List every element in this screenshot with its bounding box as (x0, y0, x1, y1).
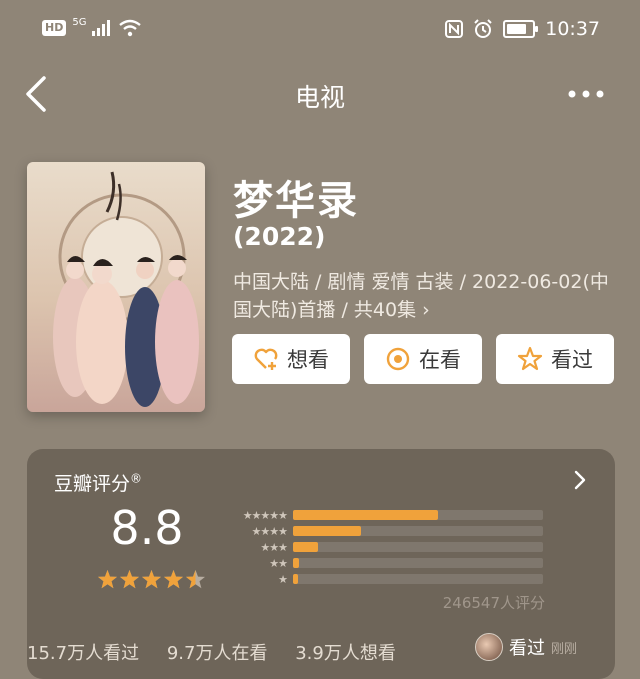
battery-level (507, 24, 527, 34)
signal-icon (92, 20, 111, 36)
distribution-row: ★★★★★ (223, 507, 543, 523)
rating-star-icon (164, 570, 183, 589)
network-type: 5G (72, 16, 87, 28)
distribution-row: ★★★★ (223, 523, 543, 539)
status-left: HD 5G (42, 16, 142, 37)
show-meta[interactable]: 中国大陆 / 剧情 爱情 古装 / 2022-06-02(中国大陆)首播 / 共… (233, 268, 613, 324)
show-year: (2022) (233, 222, 326, 251)
status-bar: HD 5G 10:37 (0, 0, 640, 62)
radio-dot-icon (386, 347, 410, 371)
rating-score: 8.8 (110, 501, 184, 555)
friend-activity[interactable]: 看过 刚刚 (475, 633, 577, 661)
action-buttons: 想看 在看 看过 (232, 334, 614, 384)
distribution-stars-label: ★★ (269, 556, 288, 570)
alarm-icon (474, 19, 492, 38)
distribution-row: ★ (223, 571, 543, 587)
star-outline-icon (517, 346, 543, 371)
distribution-bar-track (293, 542, 543, 552)
watching-count[interactable]: 9.7万人在看 (167, 643, 268, 664)
nav-bar: 电视 (0, 62, 640, 124)
watched-button[interactable]: 看过 (496, 334, 614, 384)
distribution-stars-label: ★★★★ (251, 524, 288, 538)
distribution-bar-track (293, 526, 543, 536)
distribution-bar (293, 542, 318, 552)
watching-label: 在看 (419, 348, 461, 372)
page-title: 电视 (294, 83, 345, 112)
rating-star-icon (142, 570, 161, 589)
wifi-icon (119, 19, 142, 37)
distribution-row: ★★ (223, 555, 543, 571)
show-poster[interactable] (27, 162, 205, 412)
distribution-bar (293, 526, 361, 536)
friend-action: 看过 (509, 638, 545, 659)
distribution-stars-label: ★★★★★ (242, 508, 288, 522)
watched-label: 看过 (551, 348, 593, 372)
want-to-watch-button[interactable]: 想看 (232, 334, 350, 384)
battery-icon (503, 20, 539, 38)
friend-time: 刚刚 (551, 641, 578, 657)
avatar[interactable] (475, 633, 503, 661)
rating-stars (97, 569, 206, 590)
show-title: 梦华录 (233, 178, 359, 224)
distribution-bar-track (293, 574, 543, 584)
distribution-bar-track (293, 510, 543, 520)
status-right: 10:37 (445, 18, 600, 40)
clock: 10:37 (545, 18, 600, 40)
registered-mark: ® (130, 471, 143, 486)
nfc-icon (445, 20, 464, 38)
watched-count[interactable]: 15.7万人看过 (27, 643, 139, 664)
distribution-bar (293, 510, 438, 520)
distribution-bar-track (293, 558, 543, 568)
more-dots-icon[interactable] (566, 84, 606, 104)
rating-label: 豆瓣评分® (54, 469, 142, 496)
distribution-bar (293, 558, 300, 568)
hd-badge: HD (42, 20, 67, 36)
heart-plus-icon (254, 348, 278, 370)
distribution-stars-label: ★ (278, 572, 288, 586)
distribution-bar (293, 574, 298, 584)
rating-star-icon (98, 570, 117, 589)
rating-label-text: 豆瓣评分 (54, 473, 131, 495)
distribution-row: ★★★ (223, 539, 543, 555)
rating-distribution: ★★★★★ ★★★★ ★★★ ★★ ★ (223, 507, 543, 587)
chevron-right-icon[interactable] (573, 469, 587, 491)
want-to-watch-label: 想看 (287, 348, 329, 372)
watching-button[interactable]: 在看 (364, 334, 482, 384)
vote-count[interactable]: 246547人评分 (443, 592, 545, 613)
rating-star-icon (186, 570, 205, 589)
distribution-stars-label: ★★★ (260, 540, 288, 554)
rating-star-icon (120, 570, 139, 589)
want-count[interactable]: 3.9万人想看 (295, 643, 396, 664)
